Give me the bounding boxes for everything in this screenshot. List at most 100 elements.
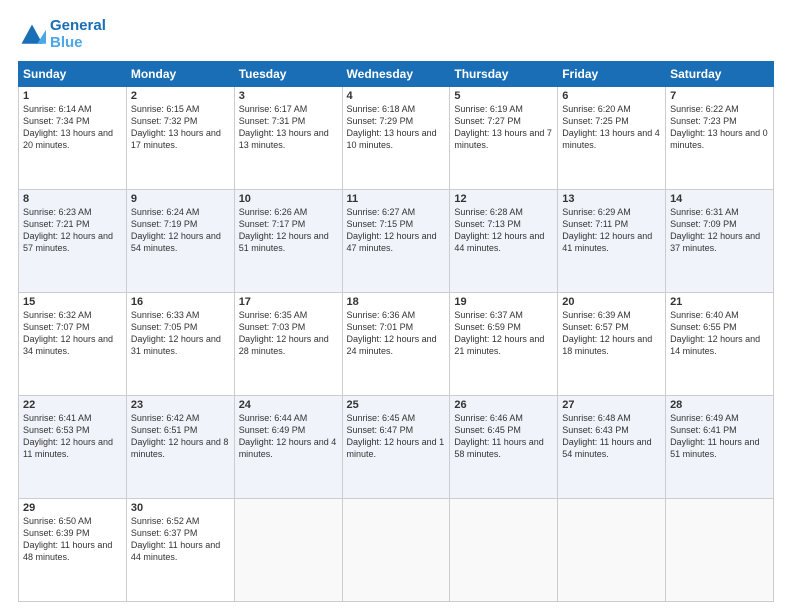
calendar-cell: 16 Sunrise: 6:33 AM Sunset: 7:05 PM Dayl… [126,293,234,396]
sunset-label: Sunset: 7:01 PM [347,322,414,332]
day-number: 10 [239,193,338,205]
sunset-label: Sunset: 7:03 PM [239,322,306,332]
day-info: Sunrise: 6:28 AM Sunset: 7:13 PM Dayligh… [454,206,553,255]
day-info: Sunrise: 6:18 AM Sunset: 7:29 PM Dayligh… [347,103,446,152]
day-number: 21 [670,296,769,308]
calendar-cell: 20 Sunrise: 6:39 AM Sunset: 6:57 PM Dayl… [558,293,666,396]
week-row-2: 8 Sunrise: 6:23 AM Sunset: 7:21 PM Dayli… [19,190,774,293]
day-number: 20 [562,296,661,308]
sunset-label: Sunset: 6:43 PM [562,425,629,435]
calendar-cell: 14 Sunrise: 6:31 AM Sunset: 7:09 PM Dayl… [666,190,774,293]
daylight-label: Daylight: 12 hours and 34 minutes. [23,334,113,356]
weekday-header-sunday: Sunday [19,62,127,87]
sunrise-label: Sunrise: 6:39 AM [562,310,631,320]
day-info: Sunrise: 6:23 AM Sunset: 7:21 PM Dayligh… [23,206,122,255]
daylight-label: Daylight: 11 hours and 51 minutes. [670,437,759,459]
daylight-label: Daylight: 12 hours and 1 minute. [347,437,445,459]
sunrise-label: Sunrise: 6:45 AM [347,413,416,423]
sunset-label: Sunset: 6:39 PM [23,528,90,538]
day-number: 18 [347,296,446,308]
week-row-1: 1 Sunrise: 6:14 AM Sunset: 7:34 PM Dayli… [19,87,774,190]
generalblue-logo-icon [18,21,46,49]
weekday-header-monday: Monday [126,62,234,87]
day-number: 30 [131,502,230,514]
logo-text: General Blue [50,18,106,51]
sunset-label: Sunset: 6:55 PM [670,322,737,332]
day-info: Sunrise: 6:35 AM Sunset: 7:03 PM Dayligh… [239,309,338,358]
sunset-label: Sunset: 7:31 PM [239,116,306,126]
day-info: Sunrise: 6:44 AM Sunset: 6:49 PM Dayligh… [239,412,338,461]
daylight-label: Daylight: 12 hours and 21 minutes. [454,334,544,356]
daylight-label: Daylight: 12 hours and 24 minutes. [347,334,437,356]
weekday-header-saturday: Saturday [666,62,774,87]
daylight-label: Daylight: 12 hours and 14 minutes. [670,334,760,356]
calendar-cell: 12 Sunrise: 6:28 AM Sunset: 7:13 PM Dayl… [450,190,558,293]
daylight-label: Daylight: 12 hours and 31 minutes. [131,334,221,356]
day-number: 29 [23,502,122,514]
calendar-cell: 3 Sunrise: 6:17 AM Sunset: 7:31 PM Dayli… [234,87,342,190]
daylight-label: Daylight: 13 hours and 20 minutes. [23,128,113,150]
daylight-label: Daylight: 11 hours and 48 minutes. [23,540,112,562]
day-number: 2 [131,90,230,102]
day-info: Sunrise: 6:20 AM Sunset: 7:25 PM Dayligh… [562,103,661,152]
weekday-header-row: SundayMondayTuesdayWednesdayThursdayFrid… [19,62,774,87]
header: General Blue [18,18,774,51]
day-number: 23 [131,399,230,411]
sunset-label: Sunset: 6:47 PM [347,425,414,435]
day-number: 15 [23,296,122,308]
calendar-cell: 15 Sunrise: 6:32 AM Sunset: 7:07 PM Dayl… [19,293,127,396]
sunset-label: Sunset: 6:59 PM [454,322,521,332]
calendar-cell: 1 Sunrise: 6:14 AM Sunset: 7:34 PM Dayli… [19,87,127,190]
day-number: 22 [23,399,122,411]
daylight-label: Daylight: 12 hours and 57 minutes. [23,231,113,253]
calendar-cell: 7 Sunrise: 6:22 AM Sunset: 7:23 PM Dayli… [666,87,774,190]
day-info: Sunrise: 6:24 AM Sunset: 7:19 PM Dayligh… [131,206,230,255]
calendar-cell: 10 Sunrise: 6:26 AM Sunset: 7:17 PM Dayl… [234,190,342,293]
sunrise-label: Sunrise: 6:31 AM [670,207,739,217]
calendar-cell: 19 Sunrise: 6:37 AM Sunset: 6:59 PM Dayl… [450,293,558,396]
day-info: Sunrise: 6:15 AM Sunset: 7:32 PM Dayligh… [131,103,230,152]
sunset-label: Sunset: 7:25 PM [562,116,629,126]
sunrise-label: Sunrise: 6:52 AM [131,516,200,526]
sunset-label: Sunset: 7:19 PM [131,219,198,229]
daylight-label: Daylight: 11 hours and 58 minutes. [454,437,543,459]
sunset-label: Sunset: 7:23 PM [670,116,737,126]
day-number: 19 [454,296,553,308]
calendar-cell [342,499,450,602]
day-number: 9 [131,193,230,205]
calendar-cell: 13 Sunrise: 6:29 AM Sunset: 7:11 PM Dayl… [558,190,666,293]
sunrise-label: Sunrise: 6:41 AM [23,413,92,423]
day-number: 6 [562,90,661,102]
day-info: Sunrise: 6:19 AM Sunset: 7:27 PM Dayligh… [454,103,553,152]
day-info: Sunrise: 6:42 AM Sunset: 6:51 PM Dayligh… [131,412,230,461]
calendar-cell: 11 Sunrise: 6:27 AM Sunset: 7:15 PM Dayl… [342,190,450,293]
sunrise-label: Sunrise: 6:48 AM [562,413,631,423]
daylight-label: Daylight: 12 hours and 18 minutes. [562,334,652,356]
week-row-3: 15 Sunrise: 6:32 AM Sunset: 7:07 PM Dayl… [19,293,774,396]
calendar-cell: 23 Sunrise: 6:42 AM Sunset: 6:51 PM Dayl… [126,396,234,499]
calendar-cell: 5 Sunrise: 6:19 AM Sunset: 7:27 PM Dayli… [450,87,558,190]
sunrise-label: Sunrise: 6:35 AM [239,310,308,320]
daylight-label: Daylight: 13 hours and 10 minutes. [347,128,437,150]
calendar-cell [234,499,342,602]
daylight-label: Daylight: 12 hours and 54 minutes. [131,231,221,253]
daylight-label: Daylight: 12 hours and 51 minutes. [239,231,329,253]
calendar-cell: 8 Sunrise: 6:23 AM Sunset: 7:21 PM Dayli… [19,190,127,293]
sunset-label: Sunset: 7:15 PM [347,219,414,229]
calendar-cell: 24 Sunrise: 6:44 AM Sunset: 6:49 PM Dayl… [234,396,342,499]
calendar-cell: 18 Sunrise: 6:36 AM Sunset: 7:01 PM Dayl… [342,293,450,396]
day-number: 5 [454,90,553,102]
day-info: Sunrise: 6:26 AM Sunset: 7:17 PM Dayligh… [239,206,338,255]
day-number: 27 [562,399,661,411]
sunrise-label: Sunrise: 6:20 AM [562,104,631,114]
weekday-header-tuesday: Tuesday [234,62,342,87]
sunrise-label: Sunrise: 6:29 AM [562,207,631,217]
sunset-label: Sunset: 6:45 PM [454,425,521,435]
sunrise-label: Sunrise: 6:28 AM [454,207,523,217]
sunset-label: Sunset: 6:37 PM [131,528,198,538]
sunrise-label: Sunrise: 6:37 AM [454,310,523,320]
daylight-label: Daylight: 12 hours and 44 minutes. [454,231,544,253]
sunset-label: Sunset: 7:07 PM [23,322,90,332]
day-number: 1 [23,90,122,102]
day-number: 11 [347,193,446,205]
